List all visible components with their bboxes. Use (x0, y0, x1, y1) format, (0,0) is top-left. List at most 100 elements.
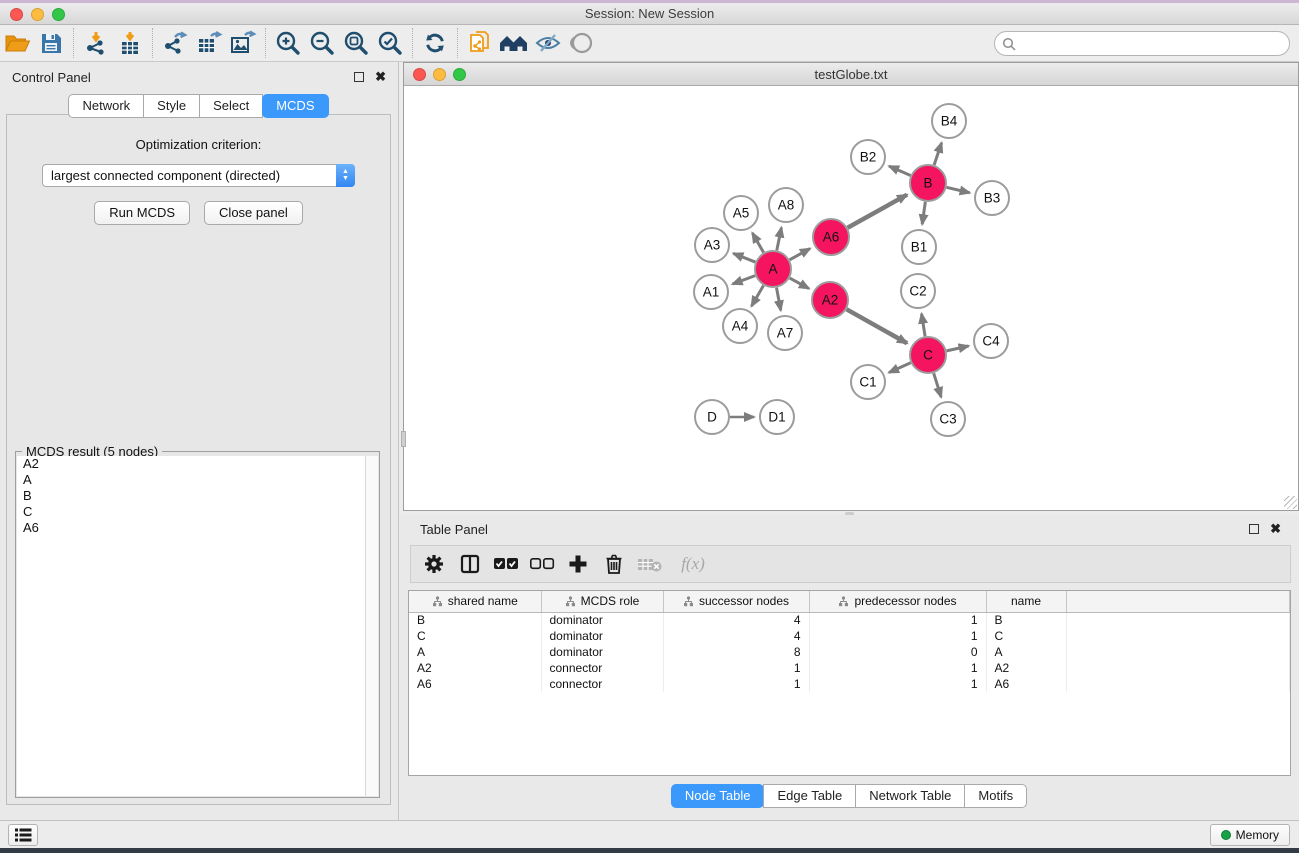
zoom-fit-button[interactable] (339, 27, 373, 59)
table-cell[interactable]: 8 (663, 644, 809, 660)
edge-B-B1[interactable] (922, 202, 925, 224)
close-panel-button[interactable]: Close panel (204, 201, 303, 225)
graph-node-A8[interactable]: A8 (769, 188, 803, 222)
tab-network-table[interactable]: Network Table (855, 784, 965, 808)
graph-node-A4[interactable]: A4 (723, 309, 757, 343)
graph-node-D1[interactable]: D1 (760, 400, 794, 434)
column-header-successor-nodes[interactable]: successor nodes (663, 591, 809, 612)
zoom-in-button[interactable] (271, 27, 305, 59)
mcds-result-list[interactable]: A2ABCA6 (17, 456, 378, 796)
export-network-button[interactable] (158, 27, 192, 59)
tab-motifs[interactable]: Motifs (964, 784, 1027, 808)
result-list-item[interactable]: A6 (17, 520, 378, 536)
result-list-item[interactable]: C (17, 504, 378, 520)
zoom-selected-button[interactable] (373, 27, 407, 59)
function-builder-button[interactable]: f(x) (671, 549, 715, 579)
result-list-item[interactable]: A (17, 472, 378, 488)
save-session-button[interactable] (34, 27, 68, 59)
edge-C-C3[interactable] (934, 373, 941, 397)
graph-node-C1[interactable]: C1 (851, 365, 885, 399)
table-cell[interactable]: 1 (663, 660, 809, 676)
network-graph[interactable]: AA1A2A3A4A5A6A7A8BB1B2B3B4CC1C2C3C4DD1 (404, 86, 1298, 510)
delete-table-button[interactable] (635, 549, 665, 579)
table-cell[interactable]: 1 (663, 676, 809, 692)
table-cell[interactable]: 1 (809, 628, 986, 644)
window-edge-handle[interactable] (401, 431, 406, 447)
tab-node-table[interactable]: Node Table (671, 784, 765, 808)
tab-network[interactable]: Network (68, 94, 144, 118)
window-resize-grip[interactable] (1284, 496, 1297, 509)
result-list-item[interactable]: B (17, 488, 378, 504)
tab-edge-table[interactable]: Edge Table (763, 784, 856, 808)
deselect-all-button[interactable] (527, 549, 557, 579)
table-cell[interactable]: A6 (409, 676, 541, 692)
close-window-button[interactable] (10, 8, 23, 21)
table-settings-button[interactable] (419, 549, 449, 579)
table-row[interactable]: Adominator80A (409, 644, 1290, 660)
run-mcds-button[interactable]: Run MCDS (94, 201, 190, 225)
memory-button[interactable]: Memory (1210, 824, 1290, 846)
network-window-titlebar[interactable]: testGlobe.txt (404, 63, 1298, 86)
zoom-window-button[interactable] (52, 8, 65, 21)
network-close-button[interactable] (413, 68, 426, 81)
edge-B-B4[interactable] (934, 143, 942, 165)
edge-A-A7[interactable] (777, 288, 781, 311)
graph-node-B1[interactable]: B1 (902, 230, 936, 264)
table-cell[interactable]: dominator (541, 628, 663, 644)
graph-node-B3[interactable]: B3 (975, 181, 1009, 215)
tab-style[interactable]: Style (143, 94, 200, 118)
hide-graphics-details-button[interactable] (531, 27, 565, 59)
edge-A-A6[interactable] (790, 249, 810, 260)
table-cell[interactable]: 1 (809, 676, 986, 692)
edge-A6-B[interactable] (848, 195, 907, 228)
graph-node-C3[interactable]: C3 (931, 402, 965, 436)
table-cell[interactable]: C (409, 628, 541, 644)
table-row[interactable]: Bdominator41B (409, 612, 1290, 628)
table-cell[interactable]: A (986, 644, 1066, 660)
select-all-button[interactable] (491, 549, 521, 579)
table-cell[interactable]: A6 (986, 676, 1066, 692)
edge-A-A3[interactable] (733, 253, 755, 262)
refresh-button[interactable] (418, 27, 452, 59)
show-console-button[interactable] (8, 824, 38, 846)
open-file-button[interactable] (0, 27, 34, 59)
edge-C-C2[interactable] (922, 314, 926, 337)
edge-A-A4[interactable] (752, 285, 764, 306)
table-row[interactable]: A6connector11A6 (409, 676, 1290, 692)
graph-node-A7[interactable]: A7 (768, 316, 802, 350)
edge-A2-C[interactable] (847, 309, 908, 343)
close-panel-icon[interactable]: ✖ (375, 72, 386, 82)
edge-A-A1[interactable] (733, 276, 756, 284)
column-header-MCDS-role[interactable]: MCDS role (541, 591, 663, 612)
delete-column-button[interactable] (599, 549, 629, 579)
table-cell[interactable]: 4 (663, 628, 809, 644)
graph-node-B2[interactable]: B2 (851, 140, 885, 174)
graph-node-A[interactable]: A (755, 251, 791, 287)
export-image-button[interactable] (226, 27, 260, 59)
import-table-button[interactable] (113, 27, 147, 59)
column-header-predecessor-nodes[interactable]: predecessor nodes (809, 591, 986, 612)
tab-select[interactable]: Select (199, 94, 263, 118)
home-views-button[interactable] (497, 27, 531, 59)
graph-node-A3[interactable]: A3 (695, 228, 729, 262)
table-cell[interactable]: dominator (541, 612, 663, 628)
table-cell[interactable]: dominator (541, 644, 663, 660)
show-columns-button[interactable] (455, 549, 485, 579)
table-cell[interactable]: B (986, 612, 1066, 628)
table-row[interactable]: Cdominator41C (409, 628, 1290, 644)
add-column-button[interactable] (563, 549, 593, 579)
edge-C-C4[interactable] (947, 346, 969, 351)
graph-node-B4[interactable]: B4 (932, 104, 966, 138)
duplicate-network-button[interactable] (463, 27, 497, 59)
network-zoom-button[interactable] (453, 68, 466, 81)
float-table-panel-icon[interactable] (1249, 524, 1259, 534)
table-cell[interactable]: 0 (809, 644, 986, 660)
minimize-window-button[interactable] (31, 8, 44, 21)
edge-B-B3[interactable] (946, 187, 969, 192)
table-cell[interactable]: A (409, 644, 541, 660)
optimization-criterion-dropdown[interactable]: largest connected component (directed) ▲… (42, 164, 355, 187)
column-header-name[interactable]: name (986, 591, 1066, 612)
search-field[interactable] (994, 31, 1290, 56)
close-table-panel-icon[interactable]: ✖ (1270, 524, 1281, 534)
graph-node-D[interactable]: D (695, 400, 729, 434)
